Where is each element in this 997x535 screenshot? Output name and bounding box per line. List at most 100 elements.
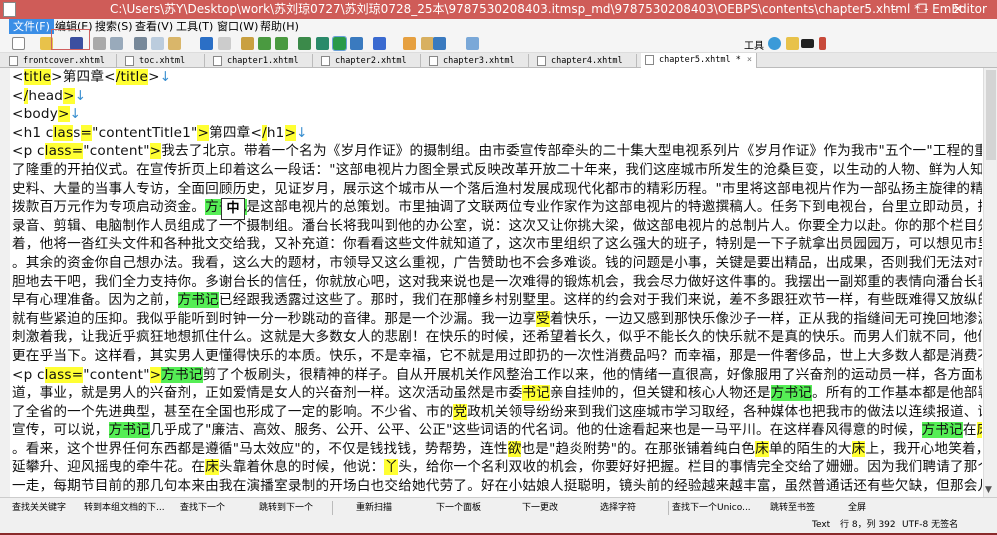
text-segment: 一走，每期节目前的那几句本来由我在演播室录制的开场白也交给她代劳了。好在小姑娘人… bbox=[12, 478, 982, 495]
editor-line[interactable]: 了隆重的开拍仪式。在宣传折页上印着这么一段话："这部电视片力图全景式反映改革开放… bbox=[12, 161, 982, 180]
editor-line[interactable]: 。其余的资金你自己想办法。我看，这么大的题材，市领导又这么重视，广告赞助也不会多… bbox=[12, 254, 982, 273]
scrollbar-thumb[interactable] bbox=[986, 70, 996, 160]
status-mode: Text bbox=[812, 520, 831, 530]
print-preview-icon[interactable] bbox=[110, 37, 123, 50]
status-position[interactable]: 行 8，列 392 bbox=[840, 517, 896, 533]
tab-chapter4[interactable]: chapter4.xhtml bbox=[533, 54, 637, 68]
split-icon[interactable] bbox=[350, 37, 363, 50]
highlighted-keyword: 欲 bbox=[507, 440, 522, 457]
editor-line[interactable]: 拨款百万元作为专项启动资金。方书记是这部电视片的总策划。市里抽调了文联两位专业作… bbox=[12, 198, 982, 217]
copy-icon[interactable] bbox=[151, 37, 164, 50]
menu-file[interactable]: 文件(F) bbox=[9, 19, 54, 34]
text-editor[interactable]: <title>第四章</title>↓ </head>↓ <body>↓ <h1 cl… bbox=[0, 68, 997, 497]
find-next-icon[interactable] bbox=[258, 37, 271, 50]
tab-chapter1[interactable]: chapter1.xhtml bbox=[209, 54, 313, 68]
print-icon[interactable] bbox=[93, 37, 106, 50]
editor-line[interactable]: 刺激着我，让我近乎疯狂地想抓住什么。这就是大多数女人的悲剧！在快乐的时候，还希望… bbox=[12, 328, 982, 347]
pin-icon[interactable] bbox=[466, 37, 479, 50]
fkey-2[interactable]: 转到本组文档的下... bbox=[84, 498, 165, 518]
fkey-7[interactable]: 下一更改 bbox=[522, 498, 558, 518]
fkey-8[interactable]: 选择字符 bbox=[600, 498, 636, 518]
editor-line[interactable]: <h1 class="contentTitle1">第四章</h1>↓ bbox=[12, 124, 982, 143]
fkey-5[interactable]: 重新扫描 bbox=[356, 498, 392, 518]
fkey-11[interactable]: 全屏 bbox=[848, 498, 866, 518]
text-segment: 是这部电视片的总策划。市里抽调了文联两位专业作家作为这部电视片的特邀撰稿人。任务… bbox=[246, 199, 982, 216]
tab-frontcover[interactable]: frontcover.xhtml bbox=[5, 54, 117, 68]
editor-line[interactable]: 宣传，可以说，方书记几乎成了"廉洁、高效、服务、公开、公平、公正"这些词语的代名… bbox=[12, 421, 982, 440]
editor-line[interactable]: 着，他将一沓红头文件和各种批文交给我，又补充道：你看看这些文件就知道了，这次市里… bbox=[12, 235, 982, 254]
highlight-icon[interactable] bbox=[316, 37, 329, 50]
editor-line[interactable]: 早有心理准备。因为之前，方书记已经跟我透露过这些了。那时，我们在那幢乡村别墅里。… bbox=[12, 291, 982, 310]
editor-line[interactable]: <body>↓ bbox=[12, 105, 982, 124]
text-segment: 着快乐，一边又感到那快乐像沙子一样，正从我的指缝间无可挽回地渗漏着。这种不断渗漏… bbox=[549, 310, 982, 327]
config-icon[interactable] bbox=[373, 37, 386, 50]
editor-line[interactable]: 一走，每期节目前的那几句本来由我在演播室录制的开场白也交给她代劳了。好在小姑娘人… bbox=[12, 477, 982, 496]
highlighted-keyword: 床 bbox=[976, 422, 982, 439]
ime-indicator[interactable]: 中 bbox=[221, 198, 245, 220]
new-file-icon[interactable] bbox=[12, 37, 25, 50]
editor-line[interactable]: 道，事业，就是男人的兴奋剂，正如爱情是女人的兴奋剂一样。这次活动虽然是市委书记亲… bbox=[12, 384, 982, 403]
menu-view[interactable]: 查看(V) bbox=[131, 19, 177, 34]
editor-line[interactable]: <title>第四章</title>↓ bbox=[12, 68, 982, 87]
editor-line[interactable]: 。看来，这个世界任何东西都是遵循"马太效应"的，不仅是钱找钱，势帮势，连性欲也是… bbox=[12, 440, 982, 459]
tab-label: chapter4.xhtml bbox=[551, 56, 623, 66]
tab-chapter2[interactable]: chapter2.xhtml bbox=[317, 54, 421, 68]
editor-line[interactable]: 录音、剪辑、电脑制作人员组成了一个摄制组。潘台长将我叫到他的办公室，说：这次又让… bbox=[12, 217, 982, 236]
menu-tools[interactable]: 工具(T) bbox=[172, 19, 217, 34]
menu-help[interactable]: 帮助(H) bbox=[256, 19, 303, 34]
menu-bar: 文件(F) 编辑(E) 搜索(S) 查看(V) 工具(T) 窗口(W) 帮助(H… bbox=[0, 19, 997, 34]
close-button[interactable]: ✕ bbox=[936, 0, 980, 19]
text-segment: 道，事业，就是男人的兴奋剂，正如爱情是女人的兴奋剂一样。这次活动虽然是市委 bbox=[12, 385, 523, 402]
fkey-3[interactable]: 查找下一个 bbox=[180, 498, 225, 518]
mark-icon[interactable] bbox=[298, 37, 311, 50]
text-segment: 第四章< bbox=[209, 124, 263, 141]
text-segment: < bbox=[12, 87, 24, 104]
external-tool-icon[interactable] bbox=[786, 37, 799, 50]
title-bar: C:\Users\苏Y\Desktop\work\苏刘琼0727\苏刘琼0728… bbox=[0, 0, 997, 19]
tab-toc[interactable]: toc.xhtml bbox=[121, 54, 205, 68]
cut-icon[interactable] bbox=[134, 37, 147, 50]
plugin-icon[interactable] bbox=[433, 37, 446, 50]
command-prompt-icon[interactable] bbox=[801, 39, 814, 48]
text-segment: 。看来，这个世界任何东西都是遵循"马太效应"的，不仅是钱找钱，势帮势，连性 bbox=[12, 440, 508, 457]
fkey-1[interactable]: 查找关关键字 bbox=[12, 498, 66, 518]
wrap-icon[interactable] bbox=[332, 36, 347, 51]
find-prev-icon[interactable] bbox=[275, 37, 288, 50]
tab-chapter3[interactable]: chapter3.xhtml bbox=[425, 54, 529, 68]
tab-close-icon[interactable]: × bbox=[747, 53, 752, 67]
fkey-9[interactable]: 查找下一个Unico... bbox=[672, 498, 751, 518]
tab-chapter5[interactable]: chapter5.xhtml * × bbox=[641, 53, 757, 69]
editor-line[interactable]: 更在乎当下。这样看，其实男人更懂得快乐的本质。快乐，不是幸福，它不就是用过即扔的… bbox=[12, 347, 982, 366]
macro-icon[interactable] bbox=[403, 37, 416, 50]
status-encoding[interactable]: UTF-8 无签名 bbox=[902, 517, 958, 533]
editor-line[interactable]: <p class="content">我去了北京。带着一个名为《岁月作证》的摄制… bbox=[12, 142, 982, 161]
text-segment: 宣传，可以说， bbox=[12, 422, 109, 439]
editor-line[interactable]: <p class="content">方书记剪了个板刷头，很精神的样子。自从开展… bbox=[12, 366, 982, 385]
hammer-icon[interactable] bbox=[819, 37, 826, 50]
editor-line[interactable]: 史料、大量的当事人专访，全面回顾历史，见证岁月，展示这个城市从一个落后渔村发展成… bbox=[12, 180, 982, 199]
editor-line[interactable]: 胆地去干吧，我们全力支持你。多谢台长的信任，你就放心吧，这对我来说也是一次难得的… bbox=[12, 273, 982, 292]
minimize-button[interactable]: – bbox=[880, 0, 908, 19]
editor-line[interactable]: 延攀升、迎风摇曳的牵牛花。在床头靠着休息的时候，他说：丫头，给你一个名利双收的机… bbox=[12, 458, 982, 477]
tab-label: frontcover.xhtml bbox=[23, 56, 105, 66]
vertical-scrollbar[interactable]: ▼ bbox=[983, 68, 997, 497]
text-segment: 早有心理准备。因为之前， bbox=[12, 292, 178, 309]
paste-icon[interactable] bbox=[168, 37, 181, 50]
editor-lines[interactable]: <title>第四章</title>↓ </head>↓ <body>↓ <h1 cl… bbox=[12, 68, 982, 496]
maximize-button[interactable]: ❐ bbox=[908, 0, 936, 19]
newline-mark-icon: ↓ bbox=[296, 124, 308, 141]
scroll-down-icon[interactable]: ▼ bbox=[985, 485, 992, 495]
editor-line[interactable]: </head>↓ bbox=[12, 87, 982, 106]
redo-icon[interactable] bbox=[218, 37, 231, 50]
fkey-10[interactable]: 跳转至书签 bbox=[770, 498, 815, 518]
editor-line[interactable]: 了全省的一个先进典型，甚至在全国也形成了一定的影响。不少省、市的党政机关领导纷纷… bbox=[12, 403, 982, 422]
fkey-4[interactable]: 跳转到下一个 bbox=[259, 498, 313, 518]
find-icon[interactable] bbox=[241, 37, 254, 50]
text-segment: 几乎成了"廉洁、高效、服务、公开、公平、公正"这些词语的代名词。他的仕途看起来也… bbox=[149, 422, 922, 439]
undo-icon[interactable] bbox=[200, 37, 213, 50]
fkey-6[interactable]: 下一个面板 bbox=[436, 498, 481, 518]
editor-line[interactable]: 就有些紧迫的压抑。我似乎能听到时钟一分一秒跳动的音律。那是一个沙漏。我一边享受着… bbox=[12, 310, 982, 329]
menu-search[interactable]: 搜索(S) bbox=[91, 19, 137, 34]
browser-icon[interactable] bbox=[768, 37, 781, 50]
text-segment: 也是"趋炎附势"的。在那张铺着纯白色 bbox=[521, 440, 756, 457]
